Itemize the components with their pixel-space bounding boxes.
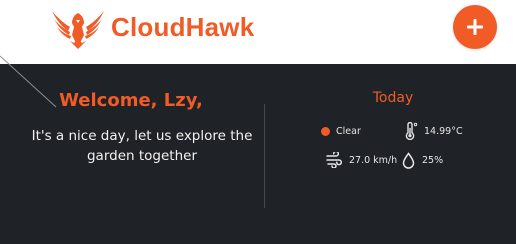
weather-wind: 27.0 km/h <box>325 152 397 168</box>
plus-icon <box>467 19 483 35</box>
humidity-text: 25% <box>422 155 444 166</box>
status-dot-icon <box>321 127 330 136</box>
app-page: CloudHawk Welcome, Lzy, It's a nice day,… <box>0 0 516 244</box>
weather-heading: Today <box>372 90 414 106</box>
temperature-text: 14.99°C <box>424 125 463 137</box>
add-button[interactable] <box>453 5 497 49</box>
welcome-message: It's a nice day, let us explore the gard… <box>31 128 253 164</box>
condition-text: Clear <box>336 126 361 137</box>
thermometer-icon <box>405 122 418 140</box>
weather-temperature: 14.99°C <box>404 122 463 140</box>
weather-condition: Clear <box>321 126 361 137</box>
top-header: CloudHawk <box>0 0 516 64</box>
welcome-title: Welcome, Lzy, <box>59 90 203 111</box>
vertical-divider <box>264 104 265 208</box>
brand-name: CloudHawk <box>111 11 255 42</box>
weather-humidity: 25% <box>402 152 443 169</box>
water-drop-icon <box>402 152 415 169</box>
brand[interactable]: CloudHawk <box>50 5 254 49</box>
wind-icon <box>326 152 343 168</box>
hawk-logo-icon <box>52 11 104 49</box>
wind-speed-text: 27.0 km/h <box>349 154 398 166</box>
